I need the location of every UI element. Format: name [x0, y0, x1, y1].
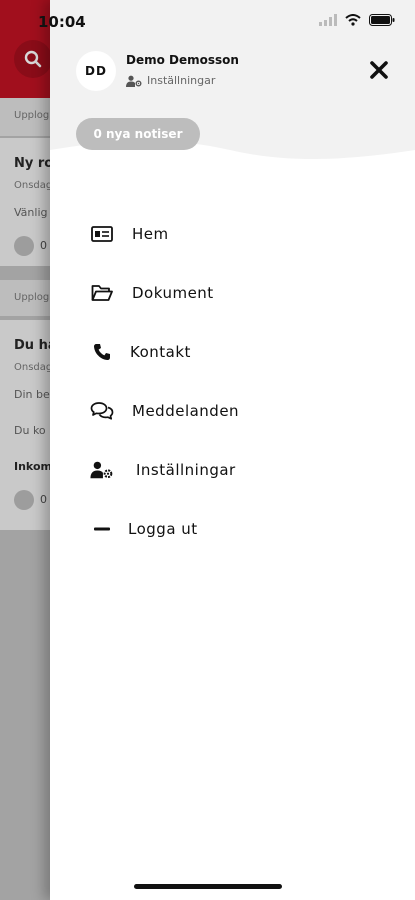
menu-item-settings[interactable]: Inställningar [50, 440, 415, 499]
menu-item-documents[interactable]: Dokument [50, 263, 415, 322]
user-name: Demo Demosson [126, 53, 239, 67]
search-button[interactable] [14, 40, 52, 78]
card-date: Onsdag [14, 362, 53, 373]
chat-bubbles-icon [90, 399, 114, 423]
folder-open-icon [90, 281, 114, 305]
menu-label: Kontakt [130, 342, 191, 361]
avatar[interactable]: DD [76, 51, 116, 91]
menu-label: Logga ut [128, 519, 198, 538]
notifications-badge[interactable]: 0 nya notiser [76, 118, 200, 150]
menu-label: Meddelanden [132, 401, 240, 420]
signal-icon [319, 14, 337, 26]
menu-label: Dokument [132, 283, 214, 302]
menu-item-contact[interactable]: Kontakt [50, 322, 415, 381]
menu-label: Inställningar [136, 460, 236, 479]
menu-item-messages[interactable]: Meddelanden [50, 381, 415, 440]
card-body: Du ko [14, 424, 46, 437]
user-gear-icon [90, 458, 114, 482]
section-label: Upplog [14, 292, 50, 303]
battery-icon [369, 14, 395, 26]
menu-label: Hem [132, 224, 169, 243]
card-bold-line: Inkom [14, 460, 52, 473]
card-date: Onsdag [14, 180, 53, 191]
profile-settings-label: Inställningar [147, 74, 216, 87]
profile-settings-link[interactable]: Inställningar [126, 74, 215, 87]
close-icon[interactable] [369, 60, 389, 80]
navigation-drawer: DD Demo Demosson Inställningar 0 nya not… [50, 0, 415, 900]
card-title: Ny ro [14, 156, 54, 171]
minus-icon [90, 517, 114, 541]
like-count: 0 [40, 239, 47, 252]
phone-icon [90, 340, 114, 364]
wifi-icon [345, 14, 361, 26]
menu-item-logout[interactable]: Logga ut [50, 499, 415, 558]
user-gear-icon [126, 75, 142, 87]
section-label: Upplog [14, 110, 50, 121]
drawer-menu: Hem Dokument Kontakt Meddelanden Inställ… [50, 204, 415, 558]
like-icon[interactable] [14, 236, 34, 256]
status-time: 10:04 [38, 13, 86, 31]
id-card-icon [90, 222, 114, 246]
status-icons [319, 14, 395, 26]
menu-item-home[interactable]: Hem [50, 204, 415, 263]
card-body: Din be [14, 388, 50, 401]
like-count: 0 [40, 493, 47, 506]
search-icon [24, 50, 42, 68]
card-body: Vänlig [14, 206, 48, 219]
like-icon[interactable] [14, 490, 34, 510]
home-indicator [134, 884, 282, 889]
